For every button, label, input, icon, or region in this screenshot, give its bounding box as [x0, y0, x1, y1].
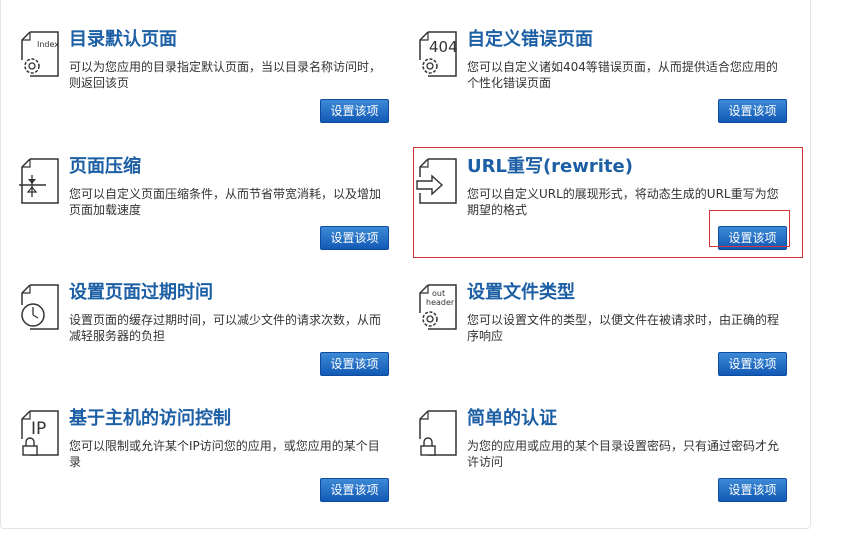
card-host-access: IP 基于主机的访问控制 您可以限制或允许某个IP访问您的应用，或您应用的某个目… — [14, 408, 399, 521]
icon-text: IP — [31, 419, 46, 439]
card-simple-auth: 简单的认证 为您的应用或应用的某个目录设置密码，只有通过密码才允许访问 设置该项 — [412, 408, 797, 521]
card-title: 自定义错误页面 — [467, 29, 593, 50]
auth-doc-lock-icon — [416, 409, 462, 459]
ip-doc-lock-icon: IP — [18, 409, 64, 459]
icon-text: Index — [37, 40, 59, 49]
card-error-page: 404 自定义错误页面 您可以自定义诸如404等错误页面，从而提供适合您应用的个… — [412, 29, 797, 142]
card-title: 页面压缩 — [69, 156, 141, 177]
card-description: 设置页面的缓存过期时间，可以减少文件的请求次数，从而减轻服务器的负担 — [69, 313, 382, 343]
setting-button-error-page[interactable]: 设置该项 — [718, 99, 787, 123]
card-description: 您可以自定义页面压缩条件，从而节省带宽消耗，以及增加页面加载速度 — [69, 187, 382, 217]
highlight-box-rewrite-button — [709, 210, 790, 247]
card-compression: 页面压缩 您可以自定义页面压缩条件，从而节省带宽消耗，以及增加页面加载速度 设置… — [14, 156, 399, 269]
icon-text: header — [426, 298, 455, 307]
card-description: 为您的应用或应用的某个目录设置密码，只有通过密码才允许访问 — [467, 439, 780, 469]
setting-button-default-page[interactable]: 设置该项 — [320, 99, 389, 123]
icon-text: 404 — [429, 38, 458, 56]
card-default-page: Index 目录默认页面 可以为您应用的目录指定默认页面，当以目录名称访问时，则… — [14, 29, 399, 142]
setting-button-compression[interactable]: 设置该项 — [320, 226, 389, 250]
card-description: 您可以自定义诸如404等错误页面，从而提供适合您应用的个性化错误页面 — [467, 60, 778, 90]
setting-button-host-access[interactable]: 设置该项 — [320, 478, 389, 502]
compress-doc-icon — [18, 157, 64, 207]
card-file-type: out header 设置文件类型 您可以设置文件的类型，以便文件在被请求时，由… — [412, 282, 797, 395]
expire-doc-clock-icon — [18, 283, 64, 333]
card-page-expire: 设置页面过期时间 设置页面的缓存过期时间，可以减少文件的请求次数，从而减轻服务器… — [14, 282, 399, 395]
card-description: 您可以限制或允许某个IP访问您的应用，或您应用的某个目录 — [69, 439, 380, 469]
card-title: 设置文件类型 — [467, 282, 575, 303]
header-doc-gear-icon: out header — [416, 283, 462, 333]
card-description: 您可以设置文件的类型，以便文件在被请求时，由正确的程序响应 — [467, 313, 780, 343]
card-description: 可以为您应用的目录指定默认页面，当以目录名称访问时，则返回该页 — [69, 60, 382, 90]
card-title: 目录默认页面 — [69, 29, 177, 50]
icon-text: out — [432, 289, 445, 298]
setting-button-page-expire[interactable]: 设置该项 — [320, 352, 389, 376]
card-title: 简单的认证 — [467, 408, 557, 429]
setting-button-simple-auth[interactable]: 设置该项 — [718, 478, 787, 502]
setting-button-file-type[interactable]: 设置该项 — [718, 352, 787, 376]
index-doc-gear-icon: Index — [18, 30, 64, 80]
card-title: 基于主机的访问控制 — [69, 408, 231, 429]
card-title: 设置页面过期时间 — [69, 282, 213, 303]
404-doc-gear-icon: 404 — [416, 30, 462, 80]
